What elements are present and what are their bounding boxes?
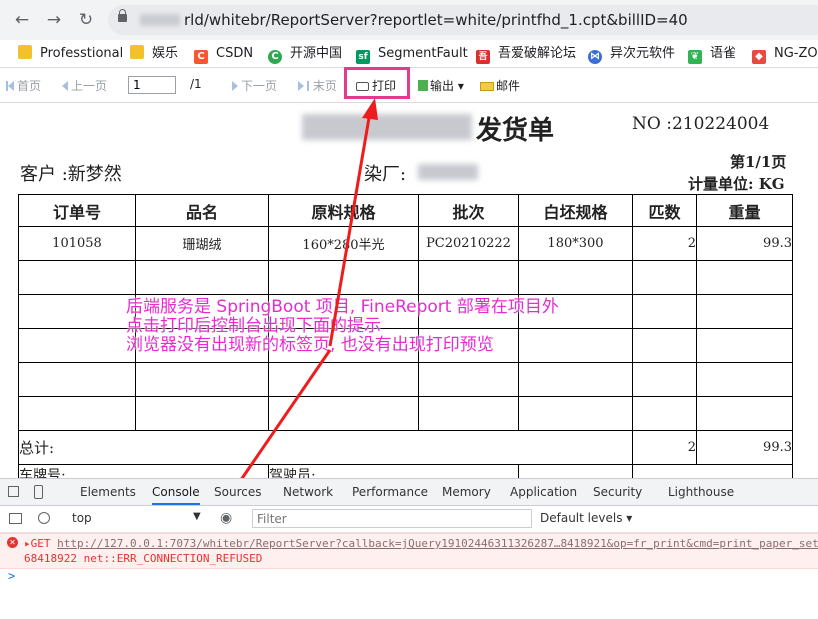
sidebar-toggle-icon[interactable] [9, 513, 22, 524]
tab-memory[interactable]: Memory [442, 479, 491, 505]
devtools-tab-bar: Elements Console Sources Network Perform… [0, 479, 818, 506]
tab-performance[interactable]: Performance [352, 479, 428, 505]
error-icon: ✕ [7, 537, 18, 548]
error-reason: net::ERR_CONNECTION_REFUSED [83, 552, 263, 565]
log-levels-dropdown[interactable]: Default levels ▾ [540, 511, 632, 525]
console-prompt[interactable]: > [8, 569, 15, 583]
chevron-down-icon[interactable]: ▼ [193, 511, 201, 522]
error-line-1: ▸GET http://127.0.0.1:7073/whitebr/Repor… [24, 537, 818, 550]
devtools-panel: Elements Console Sources Network Perform… [0, 478, 818, 619]
tab-sources[interactable]: Sources [214, 479, 261, 505]
tab-lighthouse[interactable]: Lighthouse [668, 479, 734, 505]
error-line-2: 68418922 net::ERR_CONNECTION_REFUSED [24, 552, 263, 565]
eye-icon[interactable]: ◉ [220, 510, 232, 526]
console-filter-input[interactable] [252, 509, 532, 528]
tab-application[interactable]: Application [510, 479, 577, 505]
context-selector[interactable]: top [72, 511, 92, 525]
device-toolbar-icon[interactable] [34, 479, 43, 505]
tab-security[interactable]: Security [593, 479, 642, 505]
tab-elements[interactable]: Elements [80, 479, 136, 505]
error-request-url[interactable]: http://127.0.0.1:7073/whitebr/ReportServ… [57, 537, 818, 550]
console-toolbar: top ▼ ◉ Default levels ▾ [0, 506, 818, 533]
tab-console[interactable]: Console [152, 479, 200, 505]
console-error-message: ✕ ▸GET http://127.0.0.1:7073/whitebr/Rep… [0, 533, 818, 569]
arrow-print-to-annotation [328, 98, 378, 347]
tab-network[interactable]: Network [283, 479, 333, 505]
inspect-element-icon[interactable] [8, 479, 19, 505]
clear-console-icon[interactable] [38, 512, 50, 524]
